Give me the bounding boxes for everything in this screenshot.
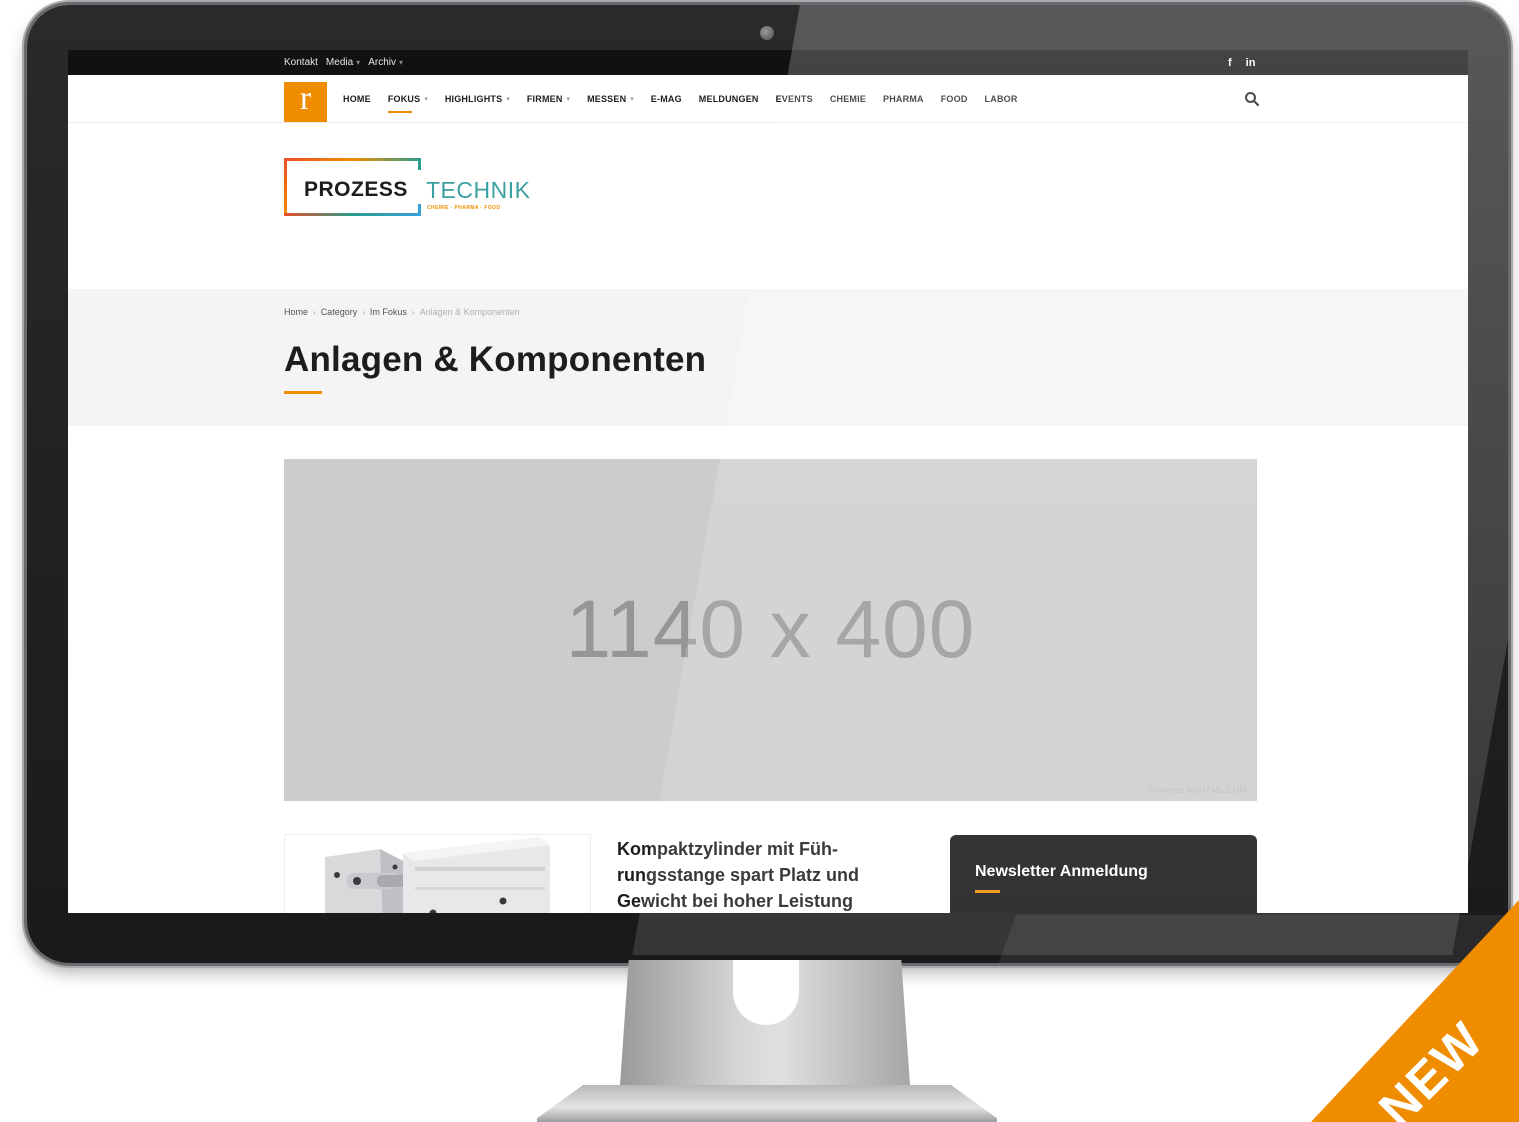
nav-item-label: FOKUS xyxy=(387,94,421,104)
nav-item-highlights[interactable]: HIGHLIGHTS ▾ xyxy=(445,94,510,104)
pneumatic-cylinder-image xyxy=(285,835,590,913)
banner-dimensions: 1140 x 400 xyxy=(565,584,976,675)
nav-item-fokus[interactable]: FOKUS ▾ xyxy=(387,94,428,113)
breadcrumb-category[interactable]: Category xyxy=(321,307,358,317)
chevron-down-icon: ▾ xyxy=(506,96,510,103)
nav-item-label: HOME xyxy=(343,94,371,104)
nav-item-meldungen[interactable]: MELDUNGEN xyxy=(699,94,759,104)
logo-frame xyxy=(284,158,421,161)
article-thumbnail[interactable] xyxy=(284,834,591,913)
chevron-down-icon: ▾ xyxy=(630,96,634,103)
breadcrumb: Home › Category › Im Fokus › Anlagen & K… xyxy=(284,307,520,317)
main-navbar: r HOME FOKUS ▾ HIGHLIGHTS ▾ FIRMEN ▾ MESSEN… xyxy=(68,75,1468,123)
monitor-stand-base xyxy=(537,1085,997,1122)
webcam-icon xyxy=(760,26,774,40)
breadcrumb-separator-icon: › xyxy=(362,307,365,317)
nav-item-firmen[interactable]: FIRMEN ▾ xyxy=(527,94,570,104)
monitor-frame: Kontakt Media ▾ Archiv ▾ f in r HOME FOKUS… xyxy=(27,5,1508,963)
top-link-media[interactable]: Media ▾ xyxy=(326,57,360,68)
brand-word-prozess: PROZESS xyxy=(304,178,408,201)
newsletter-underline xyxy=(975,890,1000,893)
banner-credit: Powered by HTML.COM xyxy=(1148,785,1247,795)
brand-logo[interactable]: PROZESS TECHNIK CHEMIE · PHARMA · FOOD xyxy=(284,158,544,218)
top-link-kontakt[interactable]: Kontakt xyxy=(284,57,318,68)
breadcrumb-home[interactable]: Home xyxy=(284,307,308,317)
nav-item-food[interactable]: FOOD xyxy=(941,94,968,104)
monitor-stand-cable-hole xyxy=(733,960,799,1025)
page-header-band xyxy=(68,289,1468,426)
chevron-down-icon: ▾ xyxy=(424,96,428,103)
nav-item-labor[interactable]: LABOR xyxy=(985,94,1018,104)
breadcrumb-separator-icon: › xyxy=(411,307,415,317)
linkedin-icon[interactable]: in xyxy=(1246,57,1256,69)
brand-tagline: CHEMIE · PHARMA · FOOD xyxy=(427,205,501,211)
search-icon[interactable] xyxy=(1244,91,1260,107)
breadcrumb-separator-icon: › xyxy=(313,307,316,317)
nav-item-label: LABOR xyxy=(984,94,1018,104)
top-links: Kontakt Media ▾ Archiv ▾ xyxy=(284,50,403,75)
banner-ad-placeholder[interactable]: 1140 x 400 Powered by HTML.COM xyxy=(284,459,1257,801)
nav-item-label: CHEMIE xyxy=(829,94,867,104)
facebook-icon[interactable]: f xyxy=(1228,57,1232,69)
bezel-glare xyxy=(997,915,1508,963)
nav-item-label: MESSEN xyxy=(587,94,627,104)
nav-item-events[interactable]: EVENTS xyxy=(776,94,813,104)
nav-item-messen[interactable]: MESSEN ▾ xyxy=(587,94,634,104)
nav-item-label: FOOD xyxy=(940,94,968,104)
nav-item-pharma[interactable]: PHARMA xyxy=(883,94,924,104)
breadcrumb-current: Anlagen & Komponenten xyxy=(419,307,520,317)
top-link-archiv-label: Archiv xyxy=(368,57,396,68)
article-title[interactable]: Kompaktzylinder mit Füh-rungsstange spar… xyxy=(617,836,917,913)
logo-frame xyxy=(284,213,421,216)
top-link-media-label: Media xyxy=(325,57,354,68)
site-logo[interactable]: r xyxy=(284,82,327,122)
logo-frame xyxy=(284,158,287,216)
title-underline xyxy=(284,391,322,394)
browser-screen: Kontakt Media ▾ Archiv ▾ f in r HOME FOKUS… xyxy=(68,50,1468,913)
nav-item-label: MELDUNGEN xyxy=(698,94,759,104)
social-links: f in xyxy=(1228,50,1255,75)
chevron-down-icon: ▾ xyxy=(356,58,361,67)
breadcrumb-im-fokus[interactable]: Im Fokus xyxy=(370,307,407,317)
top-link-archiv[interactable]: Archiv ▾ xyxy=(368,57,403,68)
nav-item-label: E-MAG xyxy=(650,94,682,104)
nav-menu: HOME FOKUS ▾ HIGHLIGHTS ▾ FIRMEN ▾ MESSEN ▾ … xyxy=(343,75,1035,123)
nav-item-label: FIRMEN xyxy=(526,94,563,104)
page-title: Anlagen & Komponenten xyxy=(284,340,707,379)
nav-item-label: EVENTS xyxy=(775,94,813,104)
chevron-down-icon: ▾ xyxy=(398,58,403,67)
newsletter-widget: Newsletter Anmeldung xyxy=(950,835,1257,913)
nav-item-chemie[interactable]: CHEMIE xyxy=(830,94,866,104)
logo-frame xyxy=(418,158,421,170)
logo-frame xyxy=(418,204,421,216)
nav-item-emag[interactable]: E-MAG xyxy=(651,94,682,104)
nav-item-label: HIGHLIGHTS xyxy=(444,94,503,104)
nav-item-label: PHARMA xyxy=(883,94,924,104)
nav-item-home[interactable]: HOME xyxy=(343,94,371,104)
newsletter-title: Newsletter Anmeldung xyxy=(975,863,1148,880)
chevron-down-icon: ▾ xyxy=(566,96,571,103)
brand-word-technik: TECHNIK xyxy=(426,177,531,203)
logo-letter: r xyxy=(299,80,312,117)
top-bar: Kontakt Media ▾ Archiv ▾ f in xyxy=(68,50,1468,75)
